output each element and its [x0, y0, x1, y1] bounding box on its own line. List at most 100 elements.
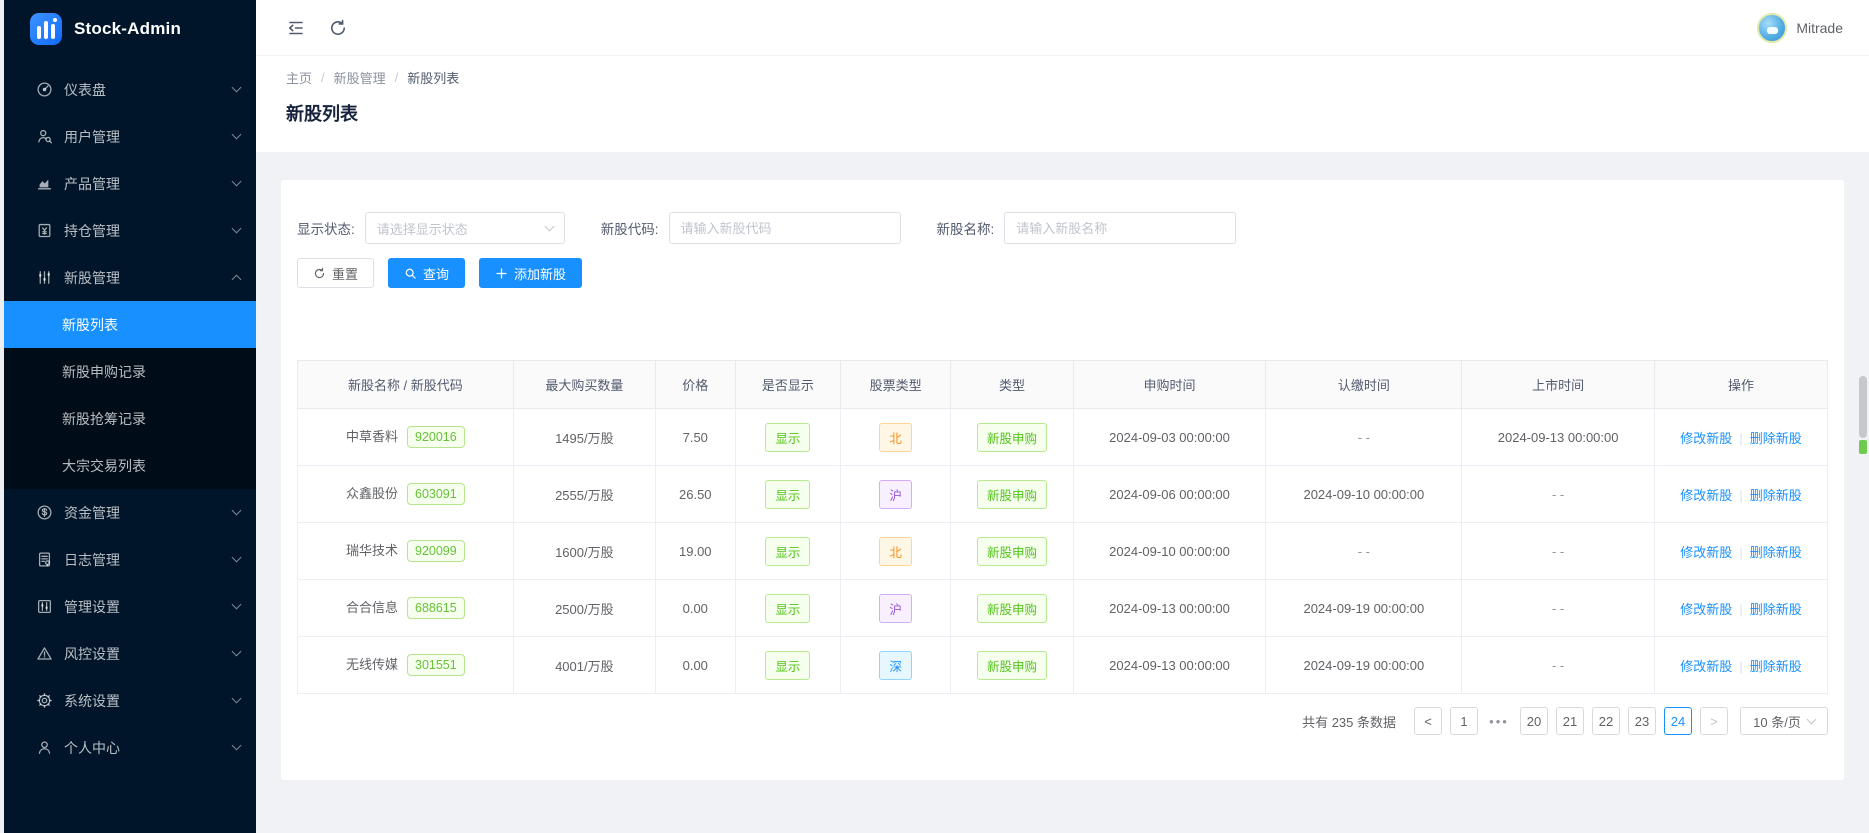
sidebar-subitem[interactable]: 新股列表 [4, 301, 256, 348]
page-button-20[interactable]: 20 [1520, 707, 1548, 735]
sidebar-subitem-label: 新股抢筹记录 [62, 409, 146, 429]
refresh-icon[interactable] [328, 18, 348, 38]
sidebar-item-logs[interactable]: 日志管理 [4, 536, 256, 583]
sidebar: Stock-Admin 仪表盘用户管理产品管理持仓管理新股管理新股列表新股申购记… [4, 0, 256, 833]
logs-icon [36, 551, 53, 568]
edit-stock-link[interactable]: 修改新股 [1680, 431, 1732, 446]
cell-type: 新股申购 [951, 466, 1073, 523]
breadcrumb-item[interactable]: 主页 [286, 68, 312, 87]
sidebar-item-profile[interactable]: 个人中心 [4, 724, 256, 771]
delete-stock-link[interactable]: 删除新股 [1750, 659, 1802, 674]
cell-max-buy: 2500/万股 [513, 580, 655, 637]
prev-page-button[interactable]: < [1414, 707, 1442, 735]
market-badge: 深 [879, 651, 912, 680]
cell-apply-time: 2024-09-13 00:00:00 [1073, 637, 1266, 694]
sidebar-subitem[interactable]: 新股申购记录 [4, 348, 256, 395]
sidebar-item-dashboard[interactable]: 仪表盘 [4, 66, 256, 113]
visible-badge: 显示 [765, 651, 810, 680]
action-bar: 重置 查询 添加新股 [297, 258, 1828, 288]
name-input[interactable] [1004, 212, 1236, 244]
page-ellipsis[interactable]: ••• [1486, 714, 1512, 729]
edit-stock-link[interactable]: 修改新股 [1680, 602, 1732, 617]
pagination: 共有 235 条数据 <1•••2021222324>10 条/页 [297, 707, 1828, 735]
chevron-down-icon [232, 177, 242, 187]
topbar-user[interactable]: Mitrade [1757, 13, 1843, 43]
search-icon [404, 267, 417, 280]
page-button-21[interactable]: 21 [1556, 707, 1584, 735]
search-button[interactable]: 查询 [388, 258, 465, 288]
page-button-24[interactable]: 24 [1664, 707, 1692, 735]
app-logo[interactable]: Stock-Admin [4, 0, 256, 58]
page-button-22[interactable]: 22 [1592, 707, 1620, 735]
sidebar-item-admin-settings[interactable]: 管理设置 [4, 583, 256, 630]
delete-stock-link[interactable]: 删除新股 [1750, 431, 1802, 446]
type-badge: 新股申购 [977, 423, 1047, 452]
cell-max-buy: 1495/万股 [513, 409, 655, 466]
sidebar-item-users[interactable]: 用户管理 [4, 113, 256, 160]
sidebar-item-funds[interactable]: 资金管理 [4, 489, 256, 536]
cell-pay-time: - - [1266, 523, 1462, 580]
next-page-button[interactable]: > [1700, 707, 1728, 735]
filter-code: 新股代码: [601, 212, 901, 244]
admin-settings-icon [36, 598, 53, 615]
stock-name: 无线传媒 [346, 657, 398, 672]
delete-stock-link[interactable]: 删除新股 [1750, 602, 1802, 617]
page-size-label: 10 条/页 [1753, 712, 1801, 731]
cell-market: 沪 [841, 466, 951, 523]
scrollbar-thumb[interactable] [1859, 376, 1867, 438]
cell-actions: 修改新股 | 删除新股 [1655, 637, 1828, 694]
cell-market: 北 [841, 523, 951, 580]
stock-code-badge: 920099 [407, 540, 465, 562]
visible-badge: 显示 [765, 423, 810, 452]
page-button-23[interactable]: 23 [1628, 707, 1656, 735]
breadcrumb-item[interactable]: 新股管理 [334, 68, 386, 87]
table-row: 众鑫股份6030912555/万股26.50显示沪新股申购2024-09-06 … [298, 466, 1828, 523]
stock-name: 众鑫股份 [346, 486, 398, 501]
cell-type: 新股申购 [951, 523, 1073, 580]
page-button-1[interactable]: 1 [1450, 707, 1478, 735]
reset-button[interactable]: 重置 [297, 258, 374, 288]
funds-icon [36, 504, 53, 521]
delete-stock-link[interactable]: 删除新股 [1750, 488, 1802, 503]
edit-stock-link[interactable]: 修改新股 [1680, 488, 1732, 503]
collapse-sidebar-icon[interactable] [286, 18, 306, 38]
chevron-down-icon [544, 221, 554, 231]
sidebar-subitem[interactable]: 大宗交易列表 [4, 442, 256, 489]
sidebar-item-new-stock[interactable]: 新股管理 [4, 254, 256, 301]
visible-badge: 显示 [765, 480, 810, 509]
edit-stock-link[interactable]: 修改新股 [1680, 659, 1732, 674]
chevron-down-icon [232, 553, 242, 563]
column-header: 操作 [1655, 361, 1828, 409]
sidebar-item-label: 持仓管理 [64, 221, 233, 241]
sidebar-item-system[interactable]: 系统设置 [4, 677, 256, 724]
action-divider: | [1739, 659, 1742, 674]
user-avatar[interactable] [1757, 13, 1787, 43]
chevron-down-icon [232, 694, 242, 704]
market-badge: 北 [879, 537, 912, 566]
page-size-select[interactable]: 10 条/页 [1740, 707, 1828, 735]
user-name[interactable]: Mitrade [1796, 20, 1843, 36]
sidebar-item-positions[interactable]: 持仓管理 [4, 207, 256, 254]
market-badge: 沪 [879, 594, 912, 623]
sidebar-item-risk[interactable]: 风控设置 [4, 630, 256, 677]
add-stock-button[interactable]: 添加新股 [479, 258, 582, 288]
chevron-down-icon [1806, 714, 1816, 724]
sidebar-item-products[interactable]: 产品管理 [4, 160, 256, 207]
filter-bar: 显示状态: 请选择显示状态 新股代码: 新股名称: [297, 212, 1828, 244]
sidebar-subitem[interactable]: 新股抢筹记录 [4, 395, 256, 442]
stock-code-badge: 603091 [407, 483, 465, 505]
scrollbar-marker [1859, 440, 1867, 454]
page-header: 主页/新股管理/新股列表 新股列表 [256, 56, 1869, 152]
positions-icon [36, 222, 53, 239]
action-divider: | [1739, 431, 1742, 446]
sidebar-item-label: 产品管理 [64, 174, 233, 194]
code-input[interactable] [669, 212, 901, 244]
brand-title: Stock-Admin [74, 19, 181, 39]
chevron-down-icon [232, 647, 242, 657]
cell-actions: 修改新股 | 删除新股 [1655, 409, 1828, 466]
delete-stock-link[interactable]: 删除新股 [1750, 545, 1802, 560]
breadcrumb: 主页/新股管理/新股列表 [286, 68, 1839, 87]
status-select[interactable]: 请选择显示状态 [365, 212, 565, 244]
main-area: Mitrade 主页/新股管理/新股列表 新股列表 显示状态: 请选择显示状态 [256, 0, 1869, 833]
edit-stock-link[interactable]: 修改新股 [1680, 545, 1732, 560]
